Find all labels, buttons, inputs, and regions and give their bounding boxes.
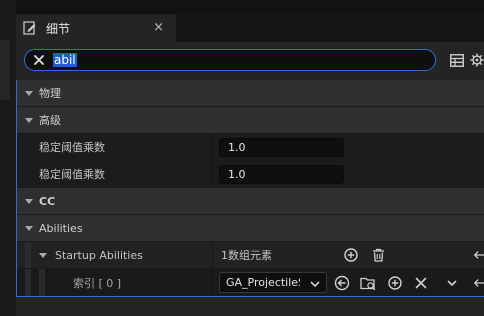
stabilize-threshold-field-2[interactable]: 1.0 [219,165,344,184]
property-stabilize-threshold-2: 稳定阈值乘数 1.0 [17,161,484,188]
array-index-label: 索引 [ 0 ] [73,276,122,290]
tab-title: 细节 [46,21,71,36]
collapse-caret-icon[interactable] [25,226,33,231]
top-band [16,0,484,14]
reset-arrow-icon[interactable] [473,274,484,292]
left-dock-strip [0,0,16,316]
indent-guide [39,269,45,296]
tab-close-button[interactable]: × [153,20,164,35]
category-advanced[interactable]: 高级 [17,107,484,134]
chevron-down-icon[interactable] [443,274,461,292]
search-input[interactable]: abil [24,49,436,71]
expand-array-caret-icon[interactable] [39,253,47,258]
collapse-caret-icon[interactable] [25,91,33,96]
category-physics[interactable]: 物理 [17,80,484,107]
column-divider[interactable] [212,269,213,296]
ability-class-dropdown[interactable]: GA_ProjectileS [219,272,327,293]
column-divider[interactable] [212,134,213,160]
indent-guide [25,269,31,296]
property-startup-abilities: Startup Abilities 1数组元素 [17,242,484,269]
table-view-icon[interactable] [448,51,466,69]
reset-arrow-icon[interactable] [473,246,484,264]
property-label: 稳定阈值乘数 [39,168,105,181]
collapse-caret-icon[interactable] [25,199,33,204]
trash-icon[interactable] [369,246,387,264]
property-array-index-0: 索引 [ 0 ] GA_ProjectileS [17,269,484,296]
indent-guide [25,242,31,268]
clear-x-icon[interactable] [31,52,47,68]
column-divider[interactable] [212,242,213,268]
property-label: 稳定阈值乘数 [39,141,105,154]
gear-icon[interactable] [470,51,484,69]
array-count: 1数组元素 [221,249,272,262]
add-element-icon[interactable] [342,246,360,264]
property-stabilize-threshold-1: 稳定阈值乘数 1.0 [17,134,484,161]
stabilize-threshold-field-1[interactable]: 1.0 [219,138,344,157]
dock-tab-marker [0,40,10,100]
collapse-caret-icon[interactable] [25,118,33,123]
category-abilities[interactable]: Abilities [17,215,484,242]
property-label: Startup Abilities [55,248,143,262]
search-row: abil [16,42,484,80]
column-divider[interactable] [212,161,213,187]
property-tree: 物理 高级 稳定阈值乘数 1.0 稳定阈值乘数 1.0 CC Abilities [16,80,484,297]
details-pencil-icon [22,20,38,36]
search-value[interactable]: abil [53,53,77,67]
add-circle-icon[interactable] [386,274,404,292]
category-cc[interactable]: CC [17,188,484,215]
browse-folder-icon[interactable] [359,274,377,292]
use-selected-arrow-icon[interactable] [333,274,351,292]
category-label: 高级 [39,114,61,127]
category-label: 物理 [39,87,61,100]
details-tab[interactable]: 细节 × [16,14,176,42]
details-panel: abil 物理 高级 稳定阈值乘数 1.0 稳定阈值乘数 1.0 CC Abil… [16,42,484,316]
category-label: CC [39,194,56,208]
ability-class-value: GA_ProjectileS [226,276,300,289]
category-label: Abilities [39,221,83,235]
clear-x-icon[interactable] [412,274,430,292]
chevron-down-icon [310,278,320,291]
